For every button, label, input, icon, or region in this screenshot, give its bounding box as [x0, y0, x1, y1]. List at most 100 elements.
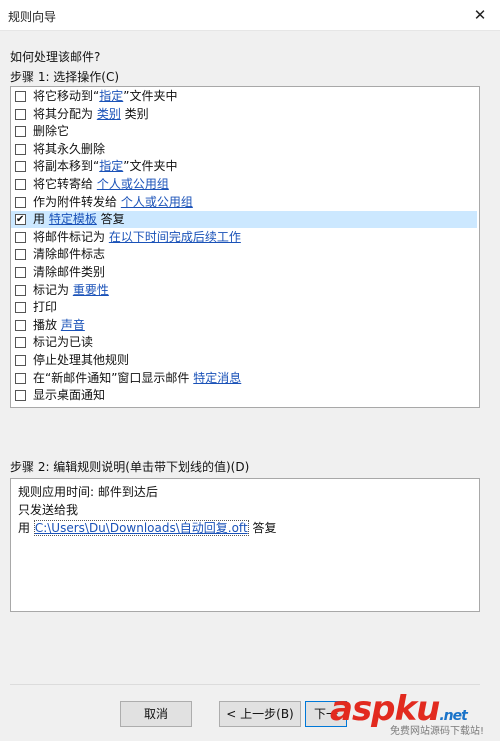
- action-item[interactable]: 将它移动到“指定”文件夹中: [11, 88, 477, 105]
- action-link[interactable]: 类别: [97, 107, 121, 121]
- back-button[interactable]: < 上一步(B): [219, 701, 301, 727]
- action-label: 标记为已读: [33, 334, 93, 351]
- description-prefix: 用: [18, 521, 34, 535]
- action-item[interactable]: 将它转寄给 个人或公用组: [11, 176, 477, 193]
- window-title: 规则向导: [8, 10, 57, 24]
- action-checkbox[interactable]: [15, 161, 26, 173]
- action-item[interactable]: 播放 声音: [11, 317, 477, 334]
- action-text: 删除它: [33, 124, 70, 139]
- action-item[interactable]: 清除邮件类别: [11, 264, 477, 281]
- step2-label: 步骤 2: 编辑规则说明(单击带下划线的值)(D): [10, 460, 250, 474]
- action-item[interactable]: 将副本移到“指定”文件夹中: [11, 158, 477, 175]
- action-label: 用 特定模板 答复: [33, 211, 125, 228]
- action-label: 清除邮件标志: [33, 246, 105, 263]
- action-text-after: ”文件夹中: [123, 89, 178, 103]
- action-text: 打印: [33, 300, 58, 315]
- action-link[interactable]: 特定消息: [193, 371, 241, 385]
- action-item[interactable]: 清除邮件标志: [11, 246, 477, 263]
- action-link[interactable]: 声音: [61, 318, 85, 332]
- action-label: 将邮件标记为 在以下时间完成后续工作: [33, 229, 241, 246]
- action-label: 标记为 重要性: [33, 282, 109, 299]
- action-link[interactable]: 指定: [99, 89, 123, 103]
- action-item[interactable]: 打印: [11, 299, 477, 316]
- action-text: 将副本移到“: [33, 159, 100, 174]
- action-item[interactable]: 停止处理其他规则: [11, 352, 477, 369]
- action-checkbox[interactable]: [15, 231, 26, 243]
- action-checkbox[interactable]: [15, 249, 26, 261]
- action-label: 播放 声音: [33, 317, 85, 334]
- action-text: 将邮件标记为: [33, 229, 109, 244]
- action-checkbox[interactable]: [15, 179, 26, 190]
- description-line: 用 C:\Users\Du\Downloads\自动回复.oft 答复: [18, 519, 276, 536]
- action-checkbox[interactable]: [15, 267, 26, 278]
- action-checkbox[interactable]: [15, 319, 26, 331]
- description-suffix: 答复: [248, 521, 277, 535]
- question-label: 如何处理该邮件?: [10, 50, 101, 64]
- description-line: 只发送给我: [18, 503, 79, 517]
- action-label: 将它转寄给 个人或公用组: [33, 176, 169, 193]
- action-checkbox[interactable]: [15, 196, 26, 208]
- action-checkbox[interactable]: [15, 211, 26, 228]
- action-link[interactable]: 指定: [99, 159, 123, 173]
- action-label: 将其永久删除: [33, 141, 105, 158]
- action-text: 作为附件转发给: [33, 194, 121, 209]
- action-item[interactable]: 将其分配为 类别 类别: [11, 106, 477, 123]
- action-item[interactable]: 用 特定模板 答复: [11, 211, 477, 229]
- action-checkbox[interactable]: [15, 284, 26, 296]
- action-label: 作为附件转发给 个人或公用组: [33, 194, 193, 211]
- cancel-button[interactable]: 取消: [120, 701, 192, 727]
- action-label: 将副本移到“指定”文件夹中: [33, 158, 177, 175]
- action-item[interactable]: 将其永久删除: [11, 141, 477, 158]
- action-label: 在“新邮件通知”窗口显示邮件 特定消息: [33, 370, 241, 387]
- action-checkbox[interactable]: [15, 302, 26, 314]
- action-text-after: 类别: [120, 106, 149, 121]
- action-checkbox[interactable]: [15, 108, 26, 120]
- action-text: 播放: [33, 317, 61, 332]
- action-checkbox[interactable]: [15, 143, 26, 155]
- action-text: 停止处理其他规则: [33, 353, 130, 367]
- action-item[interactable]: 在“新邮件通知”窗口显示邮件 特定消息: [11, 370, 477, 387]
- action-item[interactable]: 将邮件标记为 在以下时间完成后续工作: [11, 229, 477, 246]
- action-label: 显示桌面通知: [33, 387, 105, 404]
- action-item[interactable]: 删除它: [11, 123, 477, 140]
- action-link[interactable]: 个人或公用组: [121, 195, 193, 209]
- template-path-link[interactable]: C:\Users\Du\Downloads\自动回复.oft: [33, 520, 249, 536]
- action-checkbox[interactable]: [15, 126, 26, 138]
- action-item[interactable]: 显示桌面通知: [11, 387, 477, 404]
- rule-description-box: 规则应用时间: 邮件到达后 只发送给我 用 C:\Users\Du\Downlo…: [10, 478, 480, 612]
- action-list[interactable]: 将它移动到“指定”文件夹中 将其分配为 类别 类别 删除它 将其永久删除 将副本移到“指…: [10, 86, 480, 408]
- close-icon[interactable]: ✕: [460, 0, 500, 30]
- action-text: 将其永久删除: [33, 141, 106, 156]
- action-link[interactable]: 在以下时间完成后续工作: [109, 230, 241, 244]
- watermark-caption: 免费网站源码下载站!: [389, 726, 484, 737]
- action-text: 在“新邮件通知”窗口显示邮件: [33, 370, 194, 385]
- step1-label: 步骤 1: 选择操作(C): [10, 70, 120, 84]
- action-checkbox[interactable]: [15, 91, 26, 102]
- action-text-after: 答复: [96, 212, 125, 227]
- action-item[interactable]: 作为附件转发给 个人或公用组: [11, 194, 477, 211]
- action-label: 将其分配为 类别 类别: [33, 106, 149, 123]
- action-link[interactable]: 个人或公用组: [97, 177, 169, 191]
- action-text: 用: [33, 212, 49, 227]
- action-link[interactable]: 重要性: [73, 283, 109, 297]
- action-text: 将它移动到“: [33, 89, 100, 103]
- action-checkbox[interactable]: [15, 372, 26, 384]
- action-item[interactable]: 标记为已读: [11, 334, 477, 351]
- action-text: 将其分配为: [33, 106, 97, 121]
- action-checkbox[interactable]: [15, 355, 26, 366]
- action-text: 清除邮件标志: [33, 247, 106, 262]
- action-checkbox[interactable]: [15, 337, 26, 349]
- action-text: 清除邮件类别: [33, 265, 106, 279]
- action-text: 将它转寄给: [33, 177, 97, 191]
- title-bar: 规则向导 ✕: [0, 0, 500, 31]
- action-item[interactable]: 标记为 重要性: [11, 282, 477, 299]
- action-label: 将它移动到“指定”文件夹中: [33, 88, 177, 105]
- action-text: 标记为已读: [33, 335, 94, 350]
- action-link[interactable]: 特定模板: [49, 212, 97, 226]
- description-line: 规则应用时间: 邮件到达后: [18, 485, 158, 499]
- action-label: 停止处理其他规则: [33, 352, 129, 369]
- action-label: 打印: [33, 299, 57, 316]
- action-label: 删除它: [33, 123, 69, 140]
- action-text: 标记为: [33, 282, 73, 297]
- action-checkbox[interactable]: [15, 390, 26, 402]
